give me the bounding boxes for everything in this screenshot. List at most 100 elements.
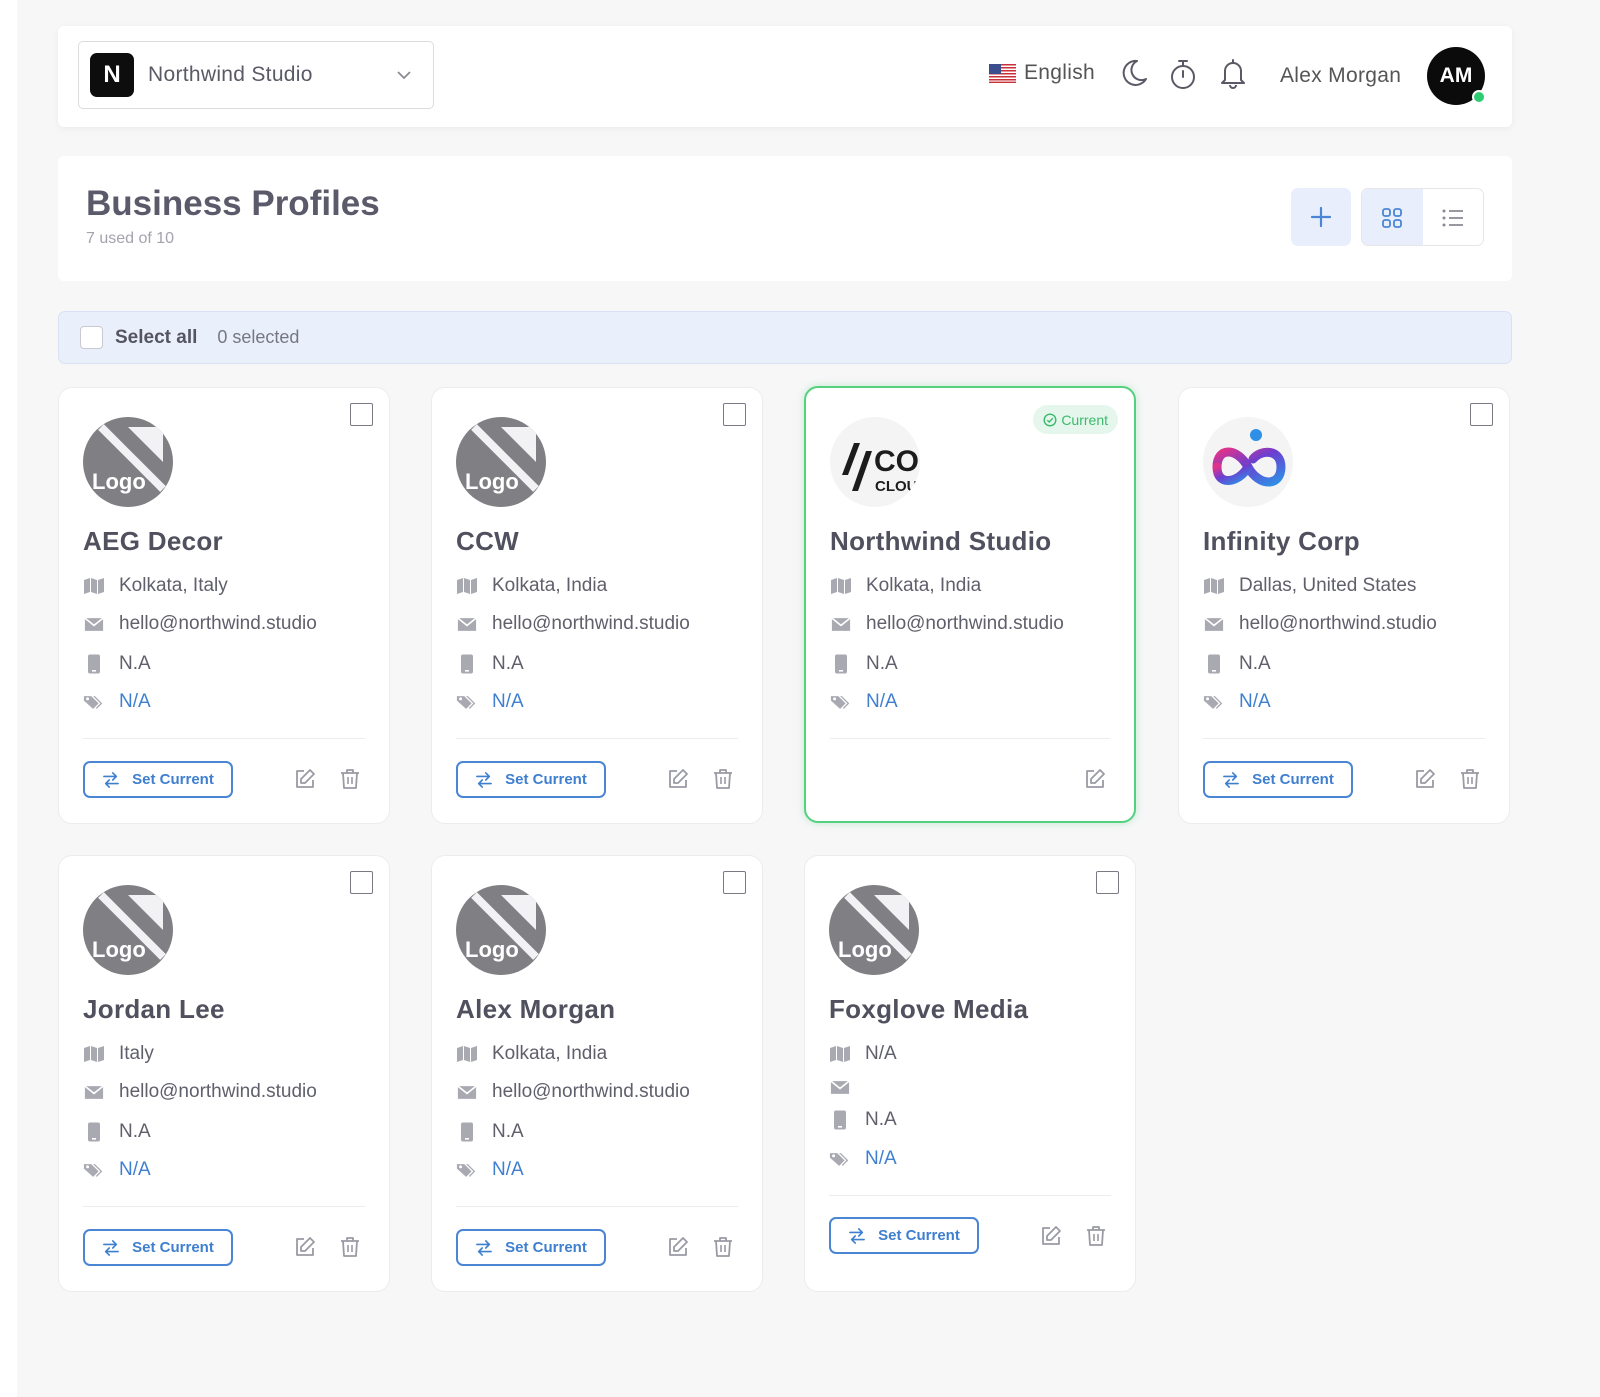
delete-icon[interactable]	[1084, 1224, 1108, 1248]
user-name[interactable]: Alex Morgan	[1280, 64, 1401, 88]
tag-text[interactable]: N/A	[119, 691, 151, 713]
profile-card-current: Current CO CLOU Northwind Studio Kolkata…	[804, 386, 1136, 823]
card-checkbox[interactable]	[1470, 403, 1493, 426]
location-row: Italy	[83, 1043, 154, 1065]
tag-icon	[83, 692, 105, 712]
current-label: Current	[1061, 411, 1108, 428]
tag-text[interactable]: N/A	[492, 1159, 524, 1181]
tag-icon	[1203, 692, 1225, 712]
logo-text-bottom: CLOU	[875, 478, 918, 495]
tag-icon	[456, 692, 478, 712]
bell-icon[interactable]	[1216, 56, 1250, 90]
card-checkbox[interactable]	[723, 871, 746, 894]
location-row: Kolkata, India	[830, 575, 981, 597]
edit-icon[interactable]	[293, 767, 317, 791]
swap-icon	[475, 772, 493, 788]
plus-icon	[1310, 206, 1332, 228]
location-row: Kolkata, Italy	[83, 575, 228, 597]
set-current-label: Set Current	[132, 1239, 214, 1256]
company-logo: CO CLOU	[830, 417, 920, 507]
add-profile-button[interactable]	[1291, 188, 1351, 246]
email-row	[829, 1077, 865, 1097]
phone-icon	[456, 1122, 478, 1142]
phone-row: N.A	[456, 653, 524, 675]
logo-placeholder-icon: Logo	[83, 885, 173, 975]
edit-icon[interactable]	[1039, 1224, 1063, 1248]
phone-text: N.A	[1239, 653, 1271, 674]
delete-icon[interactable]	[1458, 767, 1482, 791]
card-checkbox[interactable]	[350, 403, 373, 426]
avatar[interactable]: AM	[1427, 47, 1486, 105]
timer-icon[interactable]	[1166, 58, 1200, 92]
delete-icon[interactable]	[338, 1235, 362, 1259]
phone-row: N.A	[1203, 653, 1271, 675]
map-icon	[456, 576, 478, 596]
card-checkbox[interactable]	[350, 871, 373, 894]
phone-icon	[829, 1110, 851, 1130]
tag-row: N/A	[83, 1159, 151, 1181]
set-current-button[interactable]: Set Current	[1203, 761, 1353, 798]
profile-card: Logo Alex Morgan Kolkata, India hello@no…	[431, 855, 763, 1292]
tag-text[interactable]: N/A	[1239, 691, 1271, 713]
mail-icon	[1203, 614, 1225, 634]
phone-icon	[83, 654, 105, 674]
tag-text[interactable]: N/A	[865, 1148, 897, 1170]
profile-card: Infinity Corp Dallas, United States hell…	[1178, 387, 1510, 824]
mail-icon	[83, 1082, 105, 1102]
logo-placeholder-icon: Logo	[83, 417, 173, 507]
mail-icon	[83, 614, 105, 634]
email-text: hello@northwind.studio	[119, 1081, 317, 1102]
delete-icon[interactable]	[338, 767, 362, 791]
page-title: Business Profiles	[86, 184, 380, 223]
tag-row: N/A	[456, 691, 524, 713]
set-current-button[interactable]: Set Current	[83, 1229, 233, 1266]
tag-text[interactable]: N/A	[492, 691, 524, 713]
edit-icon[interactable]	[666, 1235, 690, 1259]
grid-view-button[interactable]	[1362, 189, 1423, 245]
set-current-button[interactable]: Set Current	[456, 761, 606, 798]
set-current-label: Set Current	[505, 771, 587, 788]
email-text: hello@northwind.studio	[492, 1081, 690, 1102]
card-checkbox[interactable]	[1096, 871, 1119, 894]
set-current-button[interactable]: Set Current	[456, 1229, 606, 1266]
page: N Northwind Studio English Alex Morgan A…	[17, 0, 1600, 1397]
set-current-button[interactable]: Set Current	[83, 761, 233, 798]
phone-row: N.A	[829, 1109, 897, 1131]
business-switcher[interactable]: N Northwind Studio	[78, 41, 434, 109]
profile-card: Logo CCW Kolkata, India hello@northwind.…	[431, 387, 763, 824]
set-current-label: Set Current	[1252, 771, 1334, 788]
profile-name: AEG Decor	[83, 526, 223, 556]
delete-icon[interactable]	[711, 1235, 735, 1259]
swap-icon	[102, 772, 120, 788]
co-cloud-logo-icon: CO CLOU	[842, 443, 919, 495]
location-row: Kolkata, India	[456, 1043, 607, 1065]
profile-name: Infinity Corp	[1203, 526, 1360, 556]
location-text: Kolkata, India	[492, 1043, 608, 1064]
tag-text[interactable]: N/A	[119, 1159, 151, 1181]
edit-icon[interactable]	[1413, 767, 1437, 791]
card-checkbox[interactable]	[723, 403, 746, 426]
phone-text: N.A	[119, 1121, 151, 1142]
delete-icon[interactable]	[711, 767, 735, 791]
tag-row: N/A	[456, 1159, 524, 1181]
email-row: hello@northwind.studio	[83, 613, 317, 635]
usage-count: 7 used of 10	[86, 230, 175, 247]
list-view-button[interactable]	[1423, 189, 1484, 245]
phone-row: N.A	[456, 1121, 524, 1143]
moon-icon[interactable]	[1117, 56, 1151, 90]
select-all-label[interactable]: Select all	[115, 327, 197, 349]
language-selector[interactable]: English	[989, 61, 1095, 85]
edit-icon[interactable]	[1083, 767, 1107, 791]
set-current-button[interactable]: Set Current	[829, 1217, 979, 1254]
edit-icon[interactable]	[293, 1235, 317, 1259]
logo-placeholder-icon: Logo	[829, 885, 919, 975]
phone-icon	[1203, 654, 1225, 674]
tag-text[interactable]: N/A	[866, 691, 898, 713]
profile-name: Northwind Studio	[830, 526, 1052, 556]
profile-card: Logo AEG Decor Kolkata, Italy hello@nort…	[58, 387, 390, 824]
edit-icon[interactable]	[666, 767, 690, 791]
select-all-checkbox[interactable]	[80, 326, 103, 349]
email-row: hello@northwind.studio	[456, 613, 690, 635]
swap-icon	[102, 1240, 120, 1256]
phone-text: N.A	[866, 653, 898, 674]
